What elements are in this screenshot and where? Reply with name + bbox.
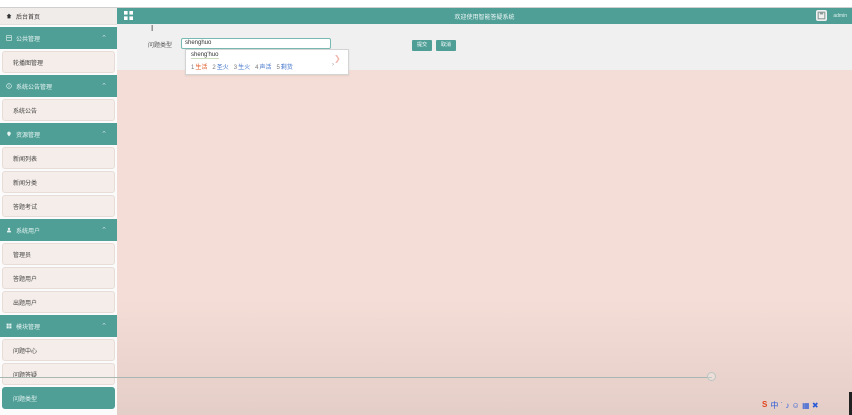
info-circle-icon xyxy=(6,83,12,89)
sidebar: 后台首页 公共管理 ⌃ 轮播图管理 系统公告管理 ⌃ 系统公告 资源管理 ⌃ 新… xyxy=(0,8,117,415)
question-type-input[interactable]: shenghuo xyxy=(181,38,331,49)
sidebar-item-news-list[interactable]: 新闻列表 xyxy=(2,147,115,169)
sidebar-group-users[interactable]: 系统用户 ⌃ xyxy=(0,219,117,241)
ime-decoration-icon: ❯ xyxy=(334,54,341,63)
chevron-up-icon: ⌃ xyxy=(101,83,107,90)
window-top-border xyxy=(0,0,852,8)
sidebar-group-public[interactable]: 公共管理 ⌃ xyxy=(0,27,117,49)
ime-s-icon[interactable]: S xyxy=(762,400,767,411)
chevron-up-icon: ⌃ xyxy=(101,131,107,138)
home-icon xyxy=(6,13,12,19)
playback-progress-bar[interactable] xyxy=(0,377,712,378)
sidebar-item-question-answer[interactable]: 问题答疑 xyxy=(2,363,115,385)
sidebar-group-resource[interactable]: 资源管理 ⌃ xyxy=(0,123,117,145)
page-title: 欢迎使用智能答疑系统 xyxy=(454,15,515,21)
ime-candidate[interactable]: 4声活 xyxy=(255,62,271,71)
top-header: 欢迎使用智能答疑系统 admin xyxy=(117,8,852,24)
chevron-up-icon: ⌃ xyxy=(101,323,107,330)
ime-candidate[interactable]: 5剩货 xyxy=(276,62,292,71)
sidebar-item-label: 后台首页 xyxy=(16,14,41,21)
chevron-up-icon: ⌃ xyxy=(101,227,107,234)
cancel-button[interactable]: 取消 xyxy=(436,40,456,51)
sidebar-item-carousel[interactable]: 轮播图管理 xyxy=(2,51,115,73)
video-overlay-gradient xyxy=(117,300,852,415)
ime-candidate[interactable]: 3生火 xyxy=(234,62,250,71)
user-name[interactable]: admin xyxy=(833,13,847,19)
location-pin-icon xyxy=(7,131,11,137)
system-tray: S 中 ˙ ♪ ☺ ▦ ✖ xyxy=(762,400,819,411)
grid-icon xyxy=(6,323,12,329)
sidebar-group-modules[interactable]: 模块管理 ⌃ xyxy=(0,315,117,337)
text-cursor-icon: I xyxy=(151,24,154,33)
sidebar-item-admin[interactable]: 管理员 xyxy=(2,243,115,265)
ime-composition: sheng'huo xyxy=(191,52,219,59)
playback-progress-knob[interactable] xyxy=(707,372,716,381)
window-icon xyxy=(6,35,12,41)
sidebar-item-question-center[interactable]: 问题中心 xyxy=(2,339,115,361)
ime-candidate[interactable]: 2圣火 xyxy=(212,62,228,71)
chevron-up-icon: ⌃ xyxy=(101,35,107,42)
avatar[interactable] xyxy=(816,10,827,21)
ime-candidate[interactable]: 1生活 xyxy=(191,62,207,71)
sidebar-item-home[interactable]: 后台首页 xyxy=(0,8,117,25)
submit-button[interactable]: 提交 xyxy=(412,40,432,51)
sidebar-item-news-category[interactable]: 新闻分类 xyxy=(2,171,115,193)
sidebar-item-question-type[interactable]: 问题类型 xyxy=(2,387,115,409)
sidebar-group-label: 系统公告管理 xyxy=(16,84,53,91)
sidebar-group-label: 系统用户 xyxy=(16,228,41,235)
tray-icons[interactable]: 中 ˙ ♪ ☺ ▦ ✖ xyxy=(770,400,818,411)
question-type-label: 问题类型 xyxy=(148,43,173,49)
save-icon xyxy=(817,11,826,20)
user-icon xyxy=(6,227,12,233)
sidebar-item-answer-users[interactable]: 答题用户 xyxy=(2,267,115,289)
ime-candidate-list: 1生活 2圣火 3生火 4声活 5剩货 xyxy=(191,62,293,71)
sidebar-item-notice[interactable]: 系统公告 xyxy=(2,99,115,121)
sidebar-item-exam[interactable]: 答题考试 xyxy=(2,195,115,217)
ime-candidate-popup: sheng'huo 1生活 2圣火 3生火 4声活 5剩货 › ❯ xyxy=(185,49,349,75)
sidebar-group-notice[interactable]: 系统公告管理 ⌃ xyxy=(0,75,117,97)
sidebar-item-question-users[interactable]: 出题用户 xyxy=(2,291,115,313)
sidebar-group-label: 模块管理 xyxy=(16,324,41,331)
sidebar-group-label: 资源管理 xyxy=(16,132,41,139)
sidebar-group-label: 公共管理 xyxy=(16,36,41,43)
